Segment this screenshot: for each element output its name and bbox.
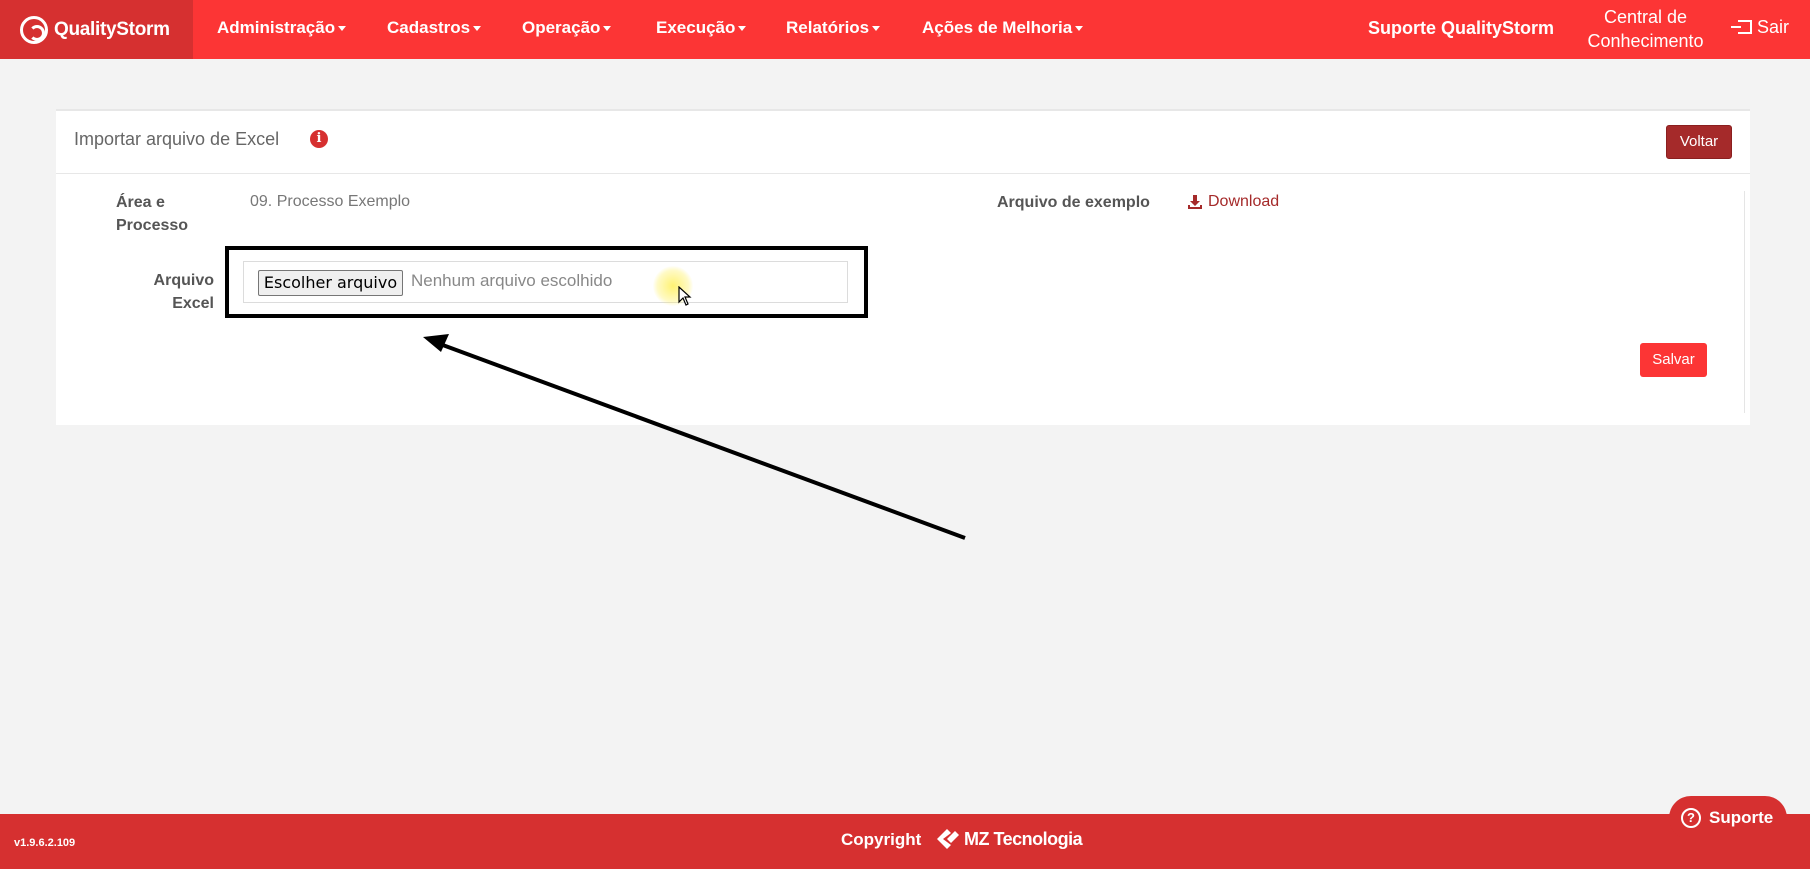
sign-out-icon — [1731, 20, 1752, 34]
scrollbar-track — [1744, 191, 1745, 413]
menu-label: Ações de Melhoria — [922, 18, 1073, 37]
menu-administracao[interactable]: Administração — [217, 0, 347, 59]
support-button-label: Suporte — [1709, 808, 1774, 827]
caret-down-icon — [338, 26, 347, 32]
menu-label: Cadastros — [387, 18, 471, 37]
import-panel: Importar arquivo de Excel i Voltar Área … — [56, 109, 1750, 425]
mouse-cursor-icon — [678, 286, 692, 306]
caret-down-icon — [872, 26, 881, 32]
menu-label: Execução — [656, 18, 736, 37]
menu-label: Operação — [522, 18, 601, 37]
panel-title: Importar arquivo de Excel — [74, 129, 280, 149]
menu-cadastros[interactable]: Cadastros — [387, 0, 482, 59]
excel-file-label: Arquivo Excel — [153, 272, 214, 312]
brand-name: QualityStorm — [54, 18, 170, 40]
download-label: Download — [1208, 193, 1280, 210]
knowledge-center-link[interactable]: Central de Conhecimento — [1578, 5, 1713, 53]
example-file-label: Arquivo de exemplo — [997, 194, 1150, 211]
back-button[interactable]: Voltar — [1666, 125, 1732, 159]
panel-header: Importar arquivo de Excel i Voltar — [56, 111, 1750, 174]
mz-tecnologia-logo-icon — [937, 829, 959, 849]
caret-down-icon — [1075, 26, 1084, 32]
choose-file-button[interactable]: Escolher arquivo — [258, 270, 403, 296]
area-process-label: Área e Processo — [116, 194, 189, 234]
save-button[interactable]: Salvar — [1640, 343, 1707, 377]
support-button[interactable]: ? Suporte — [1669, 796, 1787, 840]
menu-label: Administração — [217, 18, 336, 37]
footer: v1.9.6.2.109 Copyright MZ Tecnologia — [0, 814, 1810, 869]
version-text: v1.9.6.2.109 — [14, 837, 76, 849]
qualitystorm-logo-icon — [20, 15, 48, 44]
brand-logo[interactable]: QualityStorm — [0, 0, 193, 59]
menu-label: Relatórios — [786, 18, 870, 37]
support-link[interactable]: Suporte QualityStorm — [1368, 0, 1554, 59]
download-link[interactable]: Download — [1188, 193, 1279, 211]
excel-file-input[interactable]: Escolher arquivo Nenhum arquivo escolhid… — [243, 261, 848, 306]
menu-execucao[interactable]: Execução — [656, 0, 747, 59]
caret-down-icon — [738, 26, 747, 32]
exit-link[interactable]: Sair — [1731, 0, 1790, 59]
top-navbar: QualityStorm Administração Cadastros Ope… — [0, 0, 1810, 59]
info-icon[interactable]: i — [310, 130, 328, 148]
download-icon — [1188, 195, 1202, 209]
question-circle-icon: ? — [1681, 808, 1701, 828]
file-status-text: Nenhum arquivo escolhido — [411, 271, 613, 290]
menu-acoes-de-melhoria[interactable]: Ações de Melhoria — [922, 0, 1084, 59]
menu-relatorios[interactable]: Relatórios — [786, 0, 881, 59]
area-process-value: 09. Processo Exemplo — [250, 193, 411, 210]
caret-down-icon — [603, 26, 612, 32]
menu-operacao[interactable]: Operação — [522, 0, 612, 59]
exit-label: Sair — [1757, 17, 1790, 37]
copyright-text: Copyright — [841, 830, 922, 849]
company-name: MZ Tecnologia — [964, 829, 1083, 849]
caret-down-icon — [473, 26, 482, 32]
